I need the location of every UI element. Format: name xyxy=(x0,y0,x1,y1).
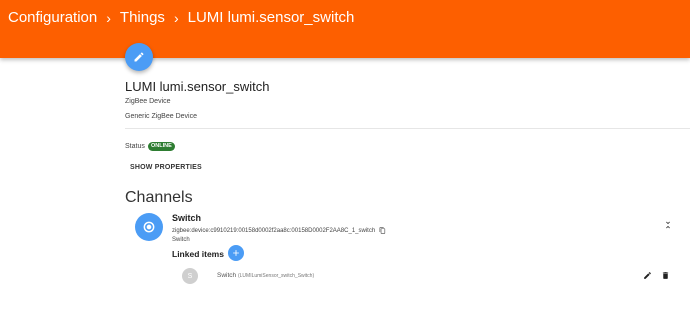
channel-type: Switch xyxy=(172,237,190,243)
channel-icon xyxy=(135,213,163,241)
breadcrumb-separator: › xyxy=(106,9,111,26)
linked-items-label: Linked items xyxy=(172,249,224,259)
thing-type-description: Generic ZigBee Device xyxy=(125,113,197,120)
channel-uid: zigbee:device:c9910219:00158d0002f2aa8c:… xyxy=(172,227,386,234)
avatar: S xyxy=(182,268,198,284)
app-header: Configuration › Things › LUMI lumi.senso… xyxy=(0,0,690,58)
radio-button-icon xyxy=(143,221,155,233)
edit-thing-button[interactable] xyxy=(125,43,153,71)
copy-icon[interactable] xyxy=(379,227,386,234)
show-properties-button[interactable]: SHOW PROPERTIES xyxy=(130,164,202,171)
plus-icon xyxy=(233,250,239,256)
delete-icon[interactable] xyxy=(661,271,670,280)
collapse-icon[interactable] xyxy=(663,220,673,230)
channel-name: Switch xyxy=(172,213,202,223)
linked-item-label: Switch xyxy=(217,272,237,279)
divider xyxy=(125,128,690,129)
add-linked-item-button[interactable] xyxy=(228,245,244,261)
linked-item-name: (LUMILumiSensor_switch_Switch) xyxy=(237,273,315,279)
thing-type: ZigBee Device xyxy=(125,98,171,105)
pencil-icon xyxy=(134,52,144,62)
linked-item[interactable]: Switch (LUMILumiSensor_switch_Switch) xyxy=(217,272,314,279)
channel-uid-text: zigbee:device:c9910219:00158d0002f2aa8c:… xyxy=(172,227,376,234)
status-badge: ONLINE xyxy=(148,142,175,151)
breadcrumb-separator: › xyxy=(173,9,179,26)
breadcrumb-current: LUMI lumi.sensor_switch xyxy=(187,9,355,26)
breadcrumb-things[interactable]: Things xyxy=(120,9,165,26)
channels-heading: Channels xyxy=(125,189,193,206)
breadcrumb-configuration[interactable]: Configuration xyxy=(8,9,97,26)
status-label: Status xyxy=(125,143,145,150)
thing-title: LUMI lumi.sensor_switch xyxy=(125,79,270,94)
edit-icon[interactable] xyxy=(643,271,652,280)
breadcrumb: Configuration › Things › LUMI lumi.senso… xyxy=(8,9,354,26)
